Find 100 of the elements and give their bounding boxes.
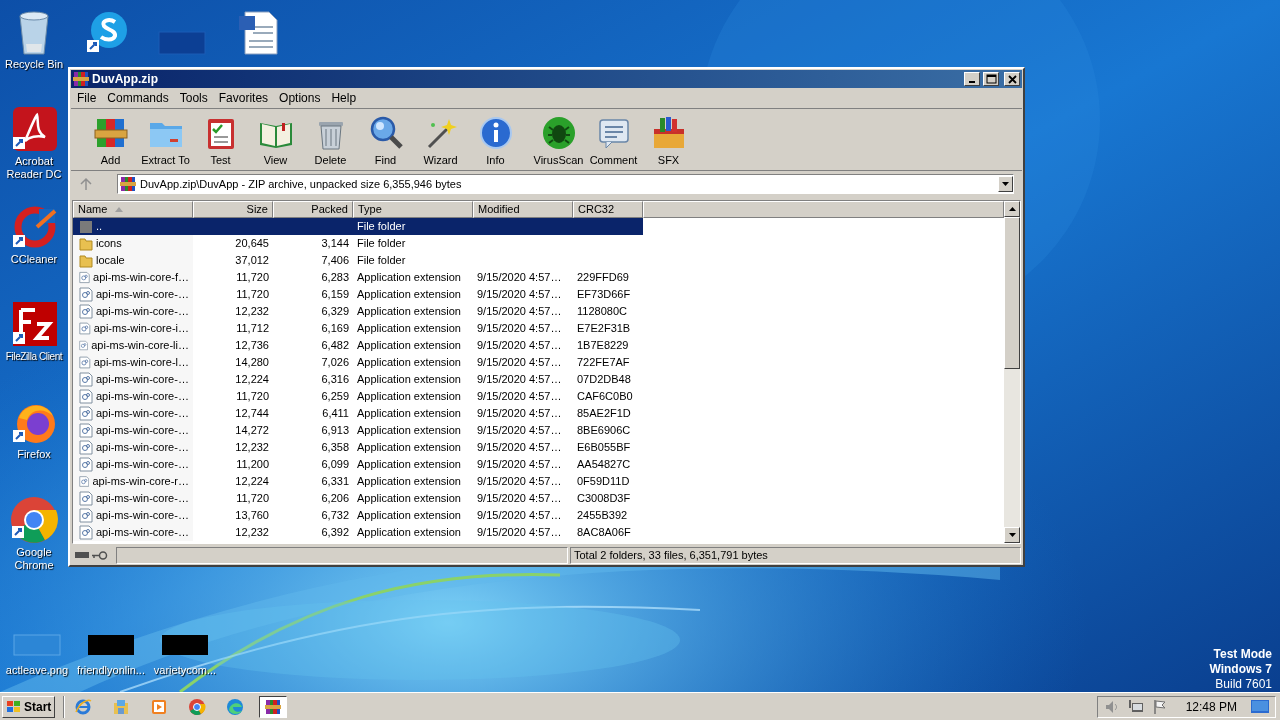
column-header[interactable]: Size	[193, 201, 273, 218]
table-cell: File folder	[357, 220, 406, 233]
table-cell: 6,099	[321, 458, 349, 471]
thumbnail-icon[interactable]	[13, 632, 61, 658]
menu-item[interactable]: Tools	[174, 90, 213, 106]
network-icon[interactable]	[1127, 698, 1144, 715]
list-row[interactable]: api-ms-win-core-… 14,272 6,913 Application extension 9/15/2020 4:57… 8BE6906C	[73, 422, 643, 439]
toolbar-button[interactable]: View	[248, 110, 303, 169]
table-cell: 8AC8A06F	[577, 526, 631, 539]
toolbar-button[interactable]: Info	[468, 110, 523, 169]
list-row[interactable]: api-ms-win-core-… 12,232 6,329 Application extension 9/15/2020 4:57… 1128080C	[73, 303, 643, 320]
list-row[interactable]: api-ms-win-core-i… 11,712 6,169 Application extension 9/15/2020 4:57… E7E2F31B	[73, 320, 643, 337]
archive-icon[interactable]	[259, 695, 288, 718]
list-row[interactable]: api-ms-win-core-… 11,200 6,099 Application extension 9/15/2020 4:57… AA54827C	[73, 456, 643, 473]
menu-item[interactable]: Favorites	[213, 90, 274, 106]
caret-icon	[1002, 181, 1009, 186]
file-name: api-ms-win-core-…	[96, 407, 189, 420]
file-name: api-ms-win-core-li…	[91, 339, 189, 352]
list-row[interactable]: api-ms-win-core-f… 11,720 6,283 Application extension 9/15/2020 4:57… 229FFD69	[73, 269, 643, 286]
toolbar-button[interactable]: Wizard	[413, 110, 468, 169]
list-row[interactable]: api-ms-win-core-… 11,720 6,259 Application extension 9/15/2020 4:57… CAF6C0B0	[73, 388, 643, 405]
window-title: DuvApp.zip	[92, 71, 159, 87]
toolbar-button[interactable]: Find	[358, 110, 413, 169]
table-cell: Application extension	[357, 492, 461, 505]
status-bar: Total 2 folders, 33 files, 6,351,791 bytes	[570, 546, 1021, 564]
desktop-icon-label[interactable]: CCleaner	[10, 253, 58, 266]
list-row[interactable]: api-ms-win-core-… 11,720 6,206 Application extension 9/15/2020 4:57… C3008D3F	[73, 490, 643, 507]
list-row[interactable]: api-ms-win-core-… 12,232 6,392 Application extension 9/15/2020 4:57… 8AC8A06F	[73, 524, 643, 541]
desktop-icon-label[interactable]: Acrobat Reader DC	[0, 155, 68, 181]
maximize-button[interactable]	[983, 72, 999, 86]
table-cell: 6,411	[322, 407, 349, 420]
column-header[interactable]: Modified	[473, 201, 573, 218]
dropdown-button[interactable]	[998, 175, 1013, 192]
table-cell: 11,200	[236, 458, 269, 471]
toolbar-button[interactable]: VirusScan	[531, 110, 586, 169]
show-desktop-icon[interactable]	[1251, 698, 1269, 715]
table-cell: 6,913	[321, 424, 349, 437]
pdf-reader-icon[interactable]	[11, 107, 57, 153]
watermark-text: Test Mode	[1213, 647, 1272, 662]
menu-item[interactable]: Help	[326, 90, 362, 106]
flag-icon[interactable]	[1151, 698, 1168, 715]
column-header[interactable]: Packed	[273, 201, 353, 218]
close-icon	[1005, 73, 1019, 85]
desktop-icon-label[interactable]: Firefox	[17, 448, 51, 461]
minimize-button[interactable]	[964, 72, 980, 86]
file-name: api-ms-win-core-…	[96, 458, 189, 471]
thumbnail-icon[interactable]	[161, 632, 209, 658]
menu-item[interactable]: File	[72, 90, 102, 106]
list-row[interactable]: api-ms-win-core-r… 12,224 6,331 Application extension 9/15/2020 4:57… 0F59D11D	[73, 473, 643, 490]
desktop-icon-label[interactable]: FileZilla Client	[5, 350, 63, 363]
list-row[interactable]: api-ms-win-core-… 13,760 6,732 Application extension 9/15/2020 4:57… 2455B392	[73, 507, 643, 524]
table-cell: 14,272	[235, 424, 269, 437]
windows-logo-icon	[6, 699, 22, 714]
table-cell: Application extension	[357, 458, 461, 471]
list-row[interactable]: api-ms-win-core-… 12,224 6,316 Application extension 9/15/2020 4:57… 07D2DB48	[73, 371, 643, 388]
toolbar-button[interactable]: Delete	[303, 110, 358, 169]
chrome-icon[interactable]	[10, 496, 58, 544]
desktop-icon-label[interactable]: Google Chrome	[0, 546, 68, 572]
table-cell: Application extension	[357, 509, 461, 522]
file-icon	[79, 423, 93, 438]
desktop-icon-label[interactable]: actleave.png	[5, 664, 69, 677]
toolbar-button[interactable]: SFX	[641, 110, 696, 169]
list-row[interactable]: api-ms-win-core-… 12,232 6,358 Application extension 9/15/2020 4:57… E6B055BF	[73, 439, 643, 456]
menu-item[interactable]: Options	[274, 90, 326, 106]
filezilla-icon[interactable]	[11, 302, 57, 348]
column-header[interactable]: Type	[353, 201, 473, 218]
start-button[interactable]: Start	[2, 695, 56, 718]
address-field[interactable]: DuvApp.zip\DuvApp - ZIP archive, unpacked size 6,355,946 bytes	[117, 173, 1014, 194]
table-cell: 6,331	[321, 475, 349, 488]
archive-icon	[73, 71, 89, 87]
table-cell: 1128080C	[577, 305, 627, 318]
menu-item[interactable]: Commands	[102, 90, 174, 106]
file-name: locale	[96, 254, 125, 267]
list-row[interactable]: .. File folder	[73, 218, 643, 235]
file-icon	[79, 270, 91, 285]
toolbar-button[interactable]: Test	[193, 110, 248, 169]
list-row[interactable]: api-ms-win-core-… 12,744 6,411 Application extension 9/15/2020 4:57… 85AE2F1D	[73, 405, 643, 422]
table-cell: 9/15/2020 4:57…	[477, 390, 562, 403]
desktop-icon-label[interactable]: Recycle Bin	[4, 58, 64, 71]
list-row[interactable]: api-ms-win-core-li… 12,736 6,482 Application extension 9/15/2020 4:57… 1B7E8229	[73, 337, 643, 354]
close-button[interactable]	[1004, 72, 1020, 86]
toolbar-button[interactable]: Comment	[586, 110, 641, 169]
table-cell: 07D2DB48	[577, 373, 631, 386]
column-header[interactable]: CRC32	[573, 201, 643, 218]
list-row[interactable]: api-ms-win-core-… 11,720 6,159 Application extension 9/15/2020 4:57… EF73D66F	[73, 286, 643, 303]
table-cell: 12,232	[235, 441, 269, 454]
file-icon	[79, 457, 93, 472]
table-cell: 11,720	[236, 271, 269, 284]
thumbnail-icon[interactable]	[87, 632, 135, 658]
toolbar-button[interactable]: Add	[83, 110, 138, 169]
toolbar-button[interactable]: Extract To	[138, 110, 193, 169]
list-row[interactable]: locale 37,012 7,406 File folder	[73, 252, 643, 269]
scrollbar-thumb[interactable]	[1004, 217, 1020, 369]
column-header[interactable]: Name	[73, 201, 193, 218]
file-name: api-ms-win-core-…	[96, 373, 189, 386]
scrollbar[interactable]	[1004, 201, 1020, 543]
list-row[interactable]: api-ms-win-core-l… 14,280 7,026 Application extension 9/15/2020 4:57… 722FE7AF	[73, 354, 643, 371]
list-row[interactable]: icons 20,645 3,144 File folder	[73, 235, 643, 252]
file-icon	[79, 491, 93, 506]
table-cell: 9/15/2020 4:57…	[477, 509, 562, 522]
